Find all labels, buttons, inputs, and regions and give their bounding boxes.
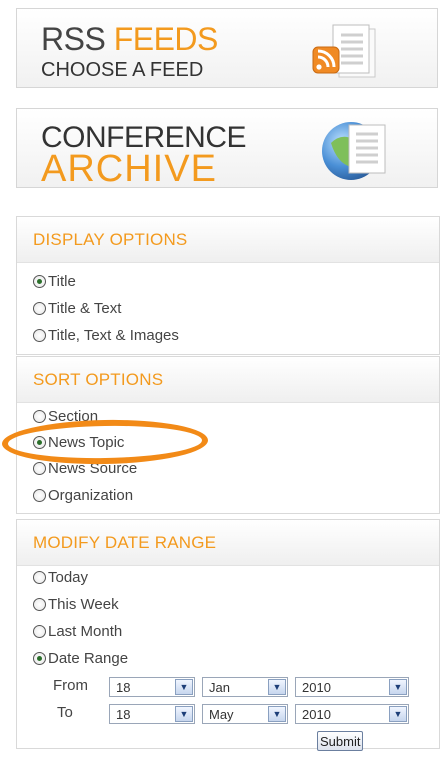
to-label: To <box>57 704 73 721</box>
chevron-down-icon[interactable]: ▼ <box>268 706 286 722</box>
date-range-title: MODIFY DATE RANGE <box>33 533 217 552</box>
radio-icon[interactable] <box>33 409 46 423</box>
sort-option-news-source[interactable]: News Source <box>33 457 137 479</box>
to-day-select[interactable]: 18 ▼ <box>109 704 195 724</box>
sort-options-panel: SORT OPTIONS Section News Topic News Sou… <box>16 356 440 514</box>
radio-selected-icon[interactable] <box>33 274 46 288</box>
date-option-date-range[interactable]: Date Range <box>33 647 128 669</box>
rss-feeds-subtitle: CHOOSE A FEED <box>41 59 204 81</box>
display-options-panel: DISPLAY OPTIONS Title Title & Text Title… <box>16 216 440 355</box>
submit-button[interactable]: Submit <box>317 731 364 751</box>
date-option-today[interactable]: Today <box>33 566 88 588</box>
radio-icon[interactable] <box>33 624 46 638</box>
chevron-down-icon[interactable]: ▼ <box>389 679 407 695</box>
from-month-select[interactable]: Jan ▼ <box>202 677 288 697</box>
display-options-header: DISPLAY OPTIONS <box>17 217 439 263</box>
radio-selected-icon[interactable] <box>33 651 46 665</box>
from-year-select[interactable]: 2010 ▼ <box>295 677 409 697</box>
conference-archive-banner[interactable]: CONFERENCE ARCHIVE <box>16 108 438 188</box>
sort-option-news-topic[interactable]: News Topic <box>33 431 124 453</box>
chevron-down-icon[interactable]: ▼ <box>268 679 286 695</box>
radio-icon[interactable] <box>33 328 46 342</box>
date-option-this-week[interactable]: This Week <box>33 593 119 615</box>
sort-option-section[interactable]: Section <box>33 405 98 427</box>
chevron-down-icon[interactable]: ▼ <box>389 706 407 722</box>
sort-options-title: SORT OPTIONS <box>33 370 164 389</box>
to-year-select[interactable]: 2010 ▼ <box>295 704 409 724</box>
rss-document-icon <box>312 24 376 78</box>
chevron-down-icon[interactable]: ▼ <box>175 679 193 695</box>
archive-label: ARCHIVE <box>41 148 217 190</box>
date-option-last-month[interactable]: Last Month <box>33 620 122 642</box>
display-option-title-text[interactable]: Title & Text <box>33 297 121 319</box>
to-month-select[interactable]: May ▼ <box>202 704 288 724</box>
from-day-select[interactable]: 18 ▼ <box>109 677 195 697</box>
display-option-title-text-images[interactable]: Title, Text & Images <box>33 324 179 346</box>
sort-option-organization[interactable]: Organization <box>33 484 133 506</box>
globe-document-icon <box>322 122 386 180</box>
radio-selected-icon[interactable] <box>33 435 46 449</box>
date-range-header: MODIFY DATE RANGE <box>17 520 439 566</box>
radio-icon[interactable] <box>33 570 46 584</box>
chevron-down-icon[interactable]: ▼ <box>175 706 193 722</box>
radio-icon[interactable] <box>33 301 46 315</box>
sort-options-header: SORT OPTIONS <box>17 357 439 403</box>
radio-icon[interactable] <box>33 461 46 475</box>
radio-icon[interactable] <box>33 597 46 611</box>
radio-icon[interactable] <box>33 488 46 502</box>
display-options-title: DISPLAY OPTIONS <box>33 230 188 249</box>
rss-feeds-banner[interactable]: RSS FEEDS CHOOSE A FEED <box>16 8 438 88</box>
from-label: From <box>53 677 88 694</box>
rss-feeds-title: RSS FEEDS <box>41 21 218 57</box>
display-option-title[interactable]: Title <box>33 270 76 292</box>
date-range-panel: MODIFY DATE RANGE Today This Week Last M… <box>16 519 440 751</box>
